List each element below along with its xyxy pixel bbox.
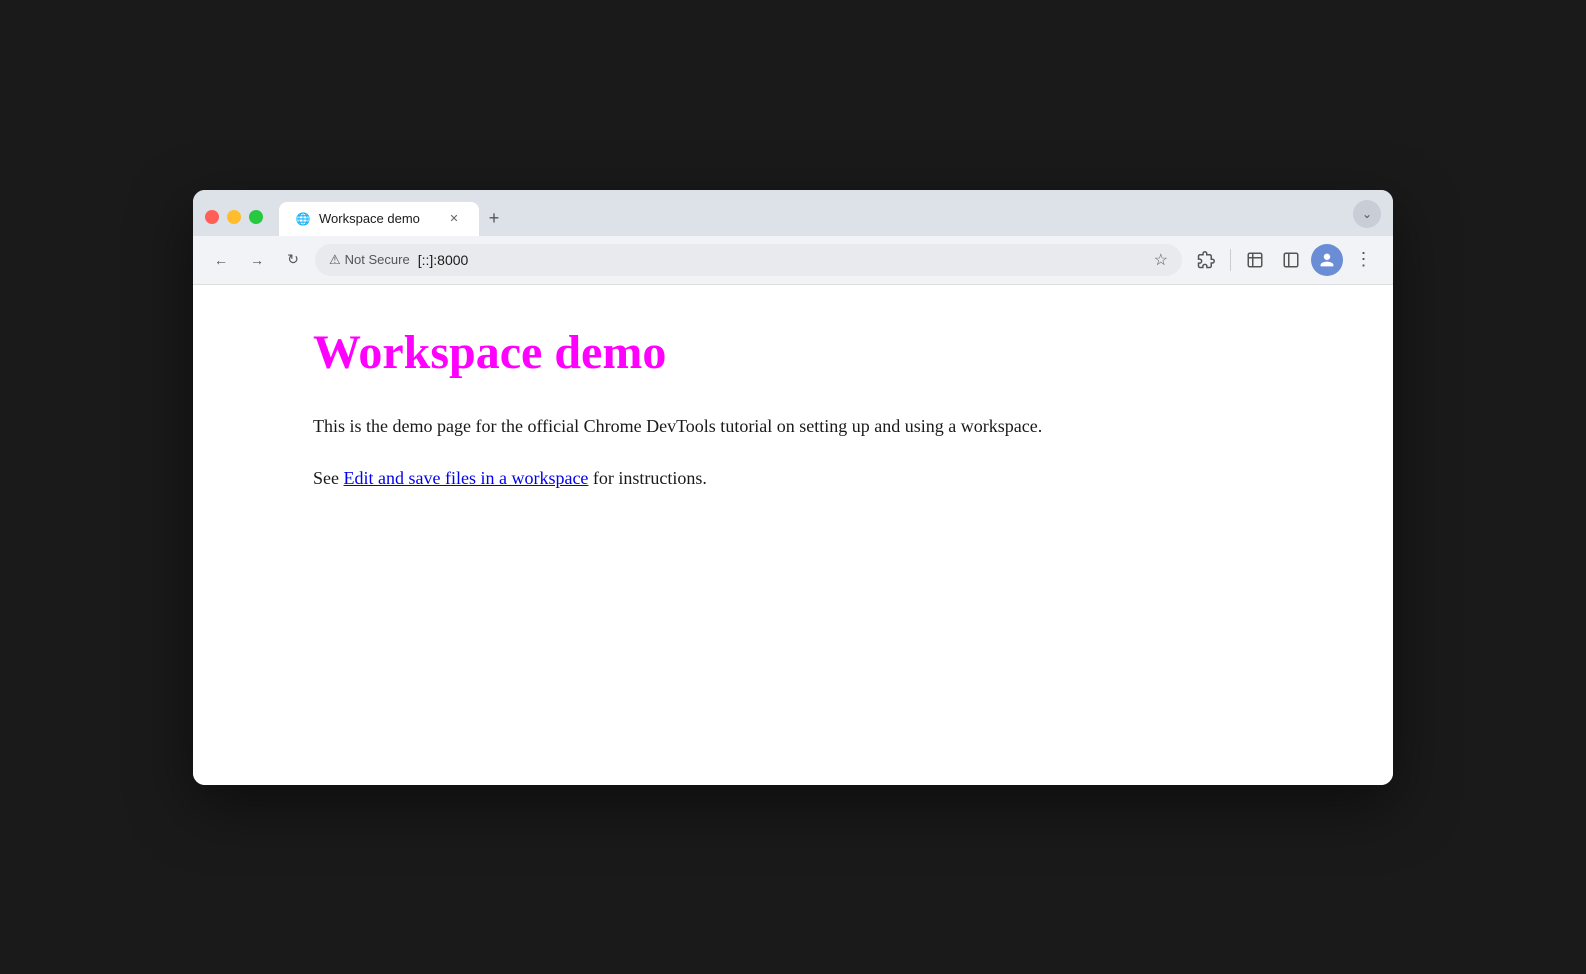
reload-button[interactable]: ↻ [279, 246, 307, 274]
maximize-button[interactable] [249, 210, 263, 224]
devtools-button[interactable] [1239, 244, 1271, 276]
traffic-lights [205, 210, 279, 236]
tab-strip: 🌐 Workspace demo ✕ + [279, 202, 1353, 236]
forward-button[interactable]: → [243, 246, 271, 274]
workspace-link[interactable]: Edit and save files in a workspace [344, 468, 589, 488]
back-icon: ← [214, 252, 228, 268]
menu-button[interactable]: ⋮ [1347, 244, 1379, 276]
page-title: Workspace demo [313, 325, 1273, 380]
page-body-text: This is the demo page for the official C… [313, 412, 1273, 441]
not-secure-label: Not Secure [345, 252, 410, 267]
nav-bar: ← → ↻ ⚠ Not Secure [::]:8000 ☆ [193, 236, 1393, 285]
menu-icon: ⋮ [1355, 249, 1372, 270]
toolbar-icons: ⋮ [1190, 244, 1379, 276]
tab-favicon-icon: 🌐 [295, 211, 311, 227]
browser-window: 🌐 Workspace demo ✕ + ⌄ ← → ↻ ⚠ Not Secur… [193, 190, 1393, 785]
minimize-button[interactable] [227, 210, 241, 224]
toolbar-divider [1230, 249, 1231, 271]
warning-icon: ⚠ [329, 252, 341, 268]
extensions-button[interactable] [1190, 244, 1222, 276]
bookmark-icon[interactable]: ☆ [1154, 250, 1168, 270]
tab-dropdown-button[interactable]: ⌄ [1353, 200, 1381, 228]
address-text: [::]:8000 [418, 252, 1146, 268]
new-tab-button[interactable]: + [479, 204, 509, 234]
link-suffix: for instructions. [588, 468, 707, 488]
close-button[interactable] [205, 210, 219, 224]
sidebar-button[interactable] [1275, 244, 1307, 276]
link-prefix: See [313, 468, 344, 488]
not-secure-indicator: ⚠ Not Secure [329, 252, 410, 268]
active-tab[interactable]: 🌐 Workspace demo ✕ [279, 202, 479, 236]
tab-close-button[interactable]: ✕ [445, 210, 463, 228]
profile-button[interactable] [1311, 244, 1343, 276]
tab-label: Workspace demo [319, 211, 437, 226]
address-bar[interactable]: ⚠ Not Secure [::]:8000 ☆ [315, 244, 1182, 276]
reload-icon: ↻ [287, 251, 299, 268]
title-bar: 🌐 Workspace demo ✕ + ⌄ [193, 190, 1393, 236]
page-content: Workspace demo This is the demo page for… [193, 285, 1393, 785]
back-button[interactable]: ← [207, 246, 235, 274]
page-link-line: See Edit and save files in a workspace f… [313, 464, 1273, 493]
forward-icon: → [250, 252, 264, 268]
